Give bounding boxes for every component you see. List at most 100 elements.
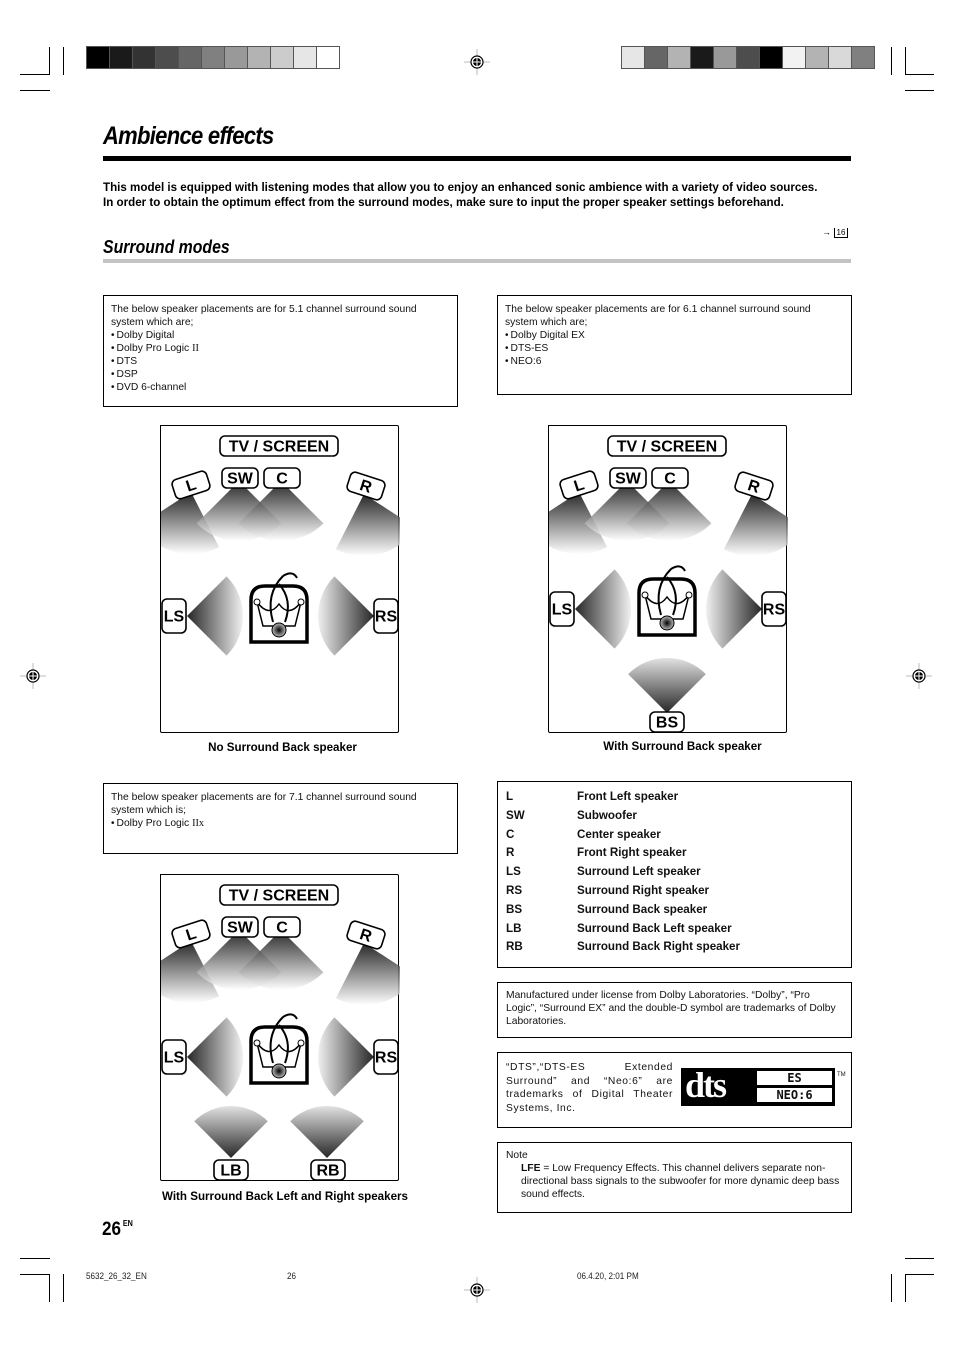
listener-head <box>271 622 287 638</box>
crop-mark <box>20 1258 50 1259</box>
legend-desc: Subwoofer <box>577 808 637 822</box>
speaker-label-bs: BS <box>649 711 685 733</box>
tv-screen-label-text: TV / SCREEN <box>229 888 329 905</box>
speaker-label-rs-text: RS <box>375 609 398 626</box>
note-heading: Note <box>506 1150 528 1161</box>
footer-timestamp: 06.4.20, 2:01 PM <box>577 1271 639 1281</box>
color-swatch <box>317 47 339 68</box>
speaker-label-c-text: C <box>664 471 676 488</box>
speaker-label-lb-text: LB <box>220 1163 241 1180</box>
speaker-label-sw-text: SW <box>615 471 642 488</box>
color-swatch <box>783 47 806 68</box>
legend-row: L Front Left speaker <box>506 790 740 809</box>
page-reference[interactable]: → 16 <box>822 227 849 238</box>
speaker-label-ls-text: LS <box>552 602 573 619</box>
center-sound-fan <box>626 481 712 541</box>
intro-paragraph: In order to obtain the optimum effect fr… <box>103 196 784 209</box>
surround-left-sound-fan <box>575 569 631 649</box>
info-box-5-1-channel: The below speaker placements are for 5.1… <box>103 295 458 407</box>
page-number: 26 EN <box>102 1219 133 1241</box>
surround-right-sound-fan <box>706 569 762 649</box>
speaker-label-rs-text: RS <box>375 1050 398 1067</box>
speaker-legend: L Front Left speaker SW Subwoofer C Center sp… <box>497 781 852 968</box>
list-item-text: Dolby Pro Logic <box>116 343 193 354</box>
crop-mark <box>891 1274 892 1302</box>
speaker-label-ls-text: LS <box>164 609 185 626</box>
color-swatch <box>806 47 829 68</box>
list-item: DSP <box>111 368 450 381</box>
speaker-label-rs: RS <box>761 591 787 627</box>
crop-mark <box>63 1274 64 1302</box>
speaker-label-ls: LS <box>549 591 575 627</box>
footer-file-name: 5632_26_32_EN <box>86 1271 147 1281</box>
dts-trademark-notice: “DTS”,“DTS-ES Extended Surround” and “Ne… <box>497 1052 852 1128</box>
surround-back-left-sound-fan <box>194 1106 268 1158</box>
dts-logo-neo6: NEO:6 <box>757 1088 832 1102</box>
format-list: Dolby Digital EX DTS-ES NEO:6 <box>505 329 844 368</box>
crop-mark <box>905 47 906 75</box>
legend-row: LB Surround Back Left speaker <box>506 922 740 941</box>
color-swatch <box>133 47 156 68</box>
speaker-label-ls-text: LS <box>164 1050 185 1067</box>
surround-right-sound-fan <box>318 576 374 656</box>
speaker-label-bs-text: BS <box>656 715 679 732</box>
legend-abbr: BS <box>506 902 523 916</box>
legend-row: BS Surround Back speaker <box>506 903 740 922</box>
list-item: NEO:6 <box>505 355 844 368</box>
color-swatch <box>225 47 248 68</box>
legend-abbr: SW <box>506 808 525 822</box>
color-calibration-bar-right <box>621 46 875 69</box>
crop-mark <box>63 47 64 75</box>
listener-hand <box>297 1039 305 1047</box>
color-swatch <box>271 47 294 68</box>
speaker-label-sw-text: SW <box>227 471 254 488</box>
surround-left-sound-fan <box>187 576 243 656</box>
info-box-intro: The below speaker placements are for 5.1… <box>111 304 417 328</box>
legend-row: RS Surround Right speaker <box>506 884 740 903</box>
legend-desc: Surround Back speaker <box>577 902 708 916</box>
list-item: Dolby Pro Logic IIx <box>111 817 450 830</box>
legend-desc: Surround Left speaker <box>577 865 701 879</box>
info-box-7-1-channel: The below speaker placements are for 7.1… <box>103 783 458 854</box>
speaker-label-ls: LS <box>161 1039 187 1075</box>
legend-abbr: R <box>506 846 515 860</box>
list-item-suffix: II <box>192 343 199 354</box>
listener-hand <box>685 591 693 599</box>
crop-mark <box>20 1274 50 1275</box>
info-box-intro: The below speaker placements are for 6.1… <box>505 304 811 328</box>
crop-mark <box>905 90 934 91</box>
listener-hand <box>253 598 261 606</box>
note-text: = Low Frequency Effects. This channel de… <box>521 1163 840 1200</box>
speaker-label-r: R <box>346 471 386 501</box>
section-title: Surround modes <box>103 237 230 257</box>
front-right-sound-fan <box>335 494 400 556</box>
speaker-label-l: L <box>559 470 599 500</box>
list-item-text: Dolby Pro Logic <box>116 818 193 829</box>
speaker-label-rs-text: RS <box>763 602 786 619</box>
legend-abbr: RB <box>506 940 523 954</box>
listener-hand <box>297 598 305 606</box>
crop-mark <box>49 47 50 75</box>
speaker-label-rs: RS <box>373 1039 399 1075</box>
registration-mark-icon <box>464 49 490 75</box>
legend-row: LS Surround Left speaker <box>506 865 740 884</box>
color-swatch <box>760 47 783 68</box>
trademark-symbol: TM <box>837 1072 846 1078</box>
speaker-label-l: L <box>171 470 211 500</box>
intro-text: This model is equipped with listening mo… <box>103 180 851 210</box>
color-calibration-bar-left <box>86 46 340 69</box>
list-item: DTS <box>111 355 450 368</box>
speaker-label-r: R <box>734 471 774 501</box>
color-swatch <box>829 47 852 68</box>
page-language: EN <box>122 1219 133 1228</box>
section-rule <box>103 259 851 263</box>
registration-mark-icon <box>464 1277 490 1303</box>
color-swatch <box>179 47 202 68</box>
dolby-notice-text: Manufactured under license from Dolby La… <box>506 990 836 1027</box>
speaker-label-sw: SW <box>221 467 259 489</box>
legend-row: R Front Right speaker <box>506 846 740 865</box>
speaker-label-c-text: C <box>276 471 288 488</box>
legend-desc: Front Left speaker <box>577 790 679 803</box>
listener-hand <box>253 1039 261 1047</box>
arrow-icon: → <box>822 227 831 237</box>
